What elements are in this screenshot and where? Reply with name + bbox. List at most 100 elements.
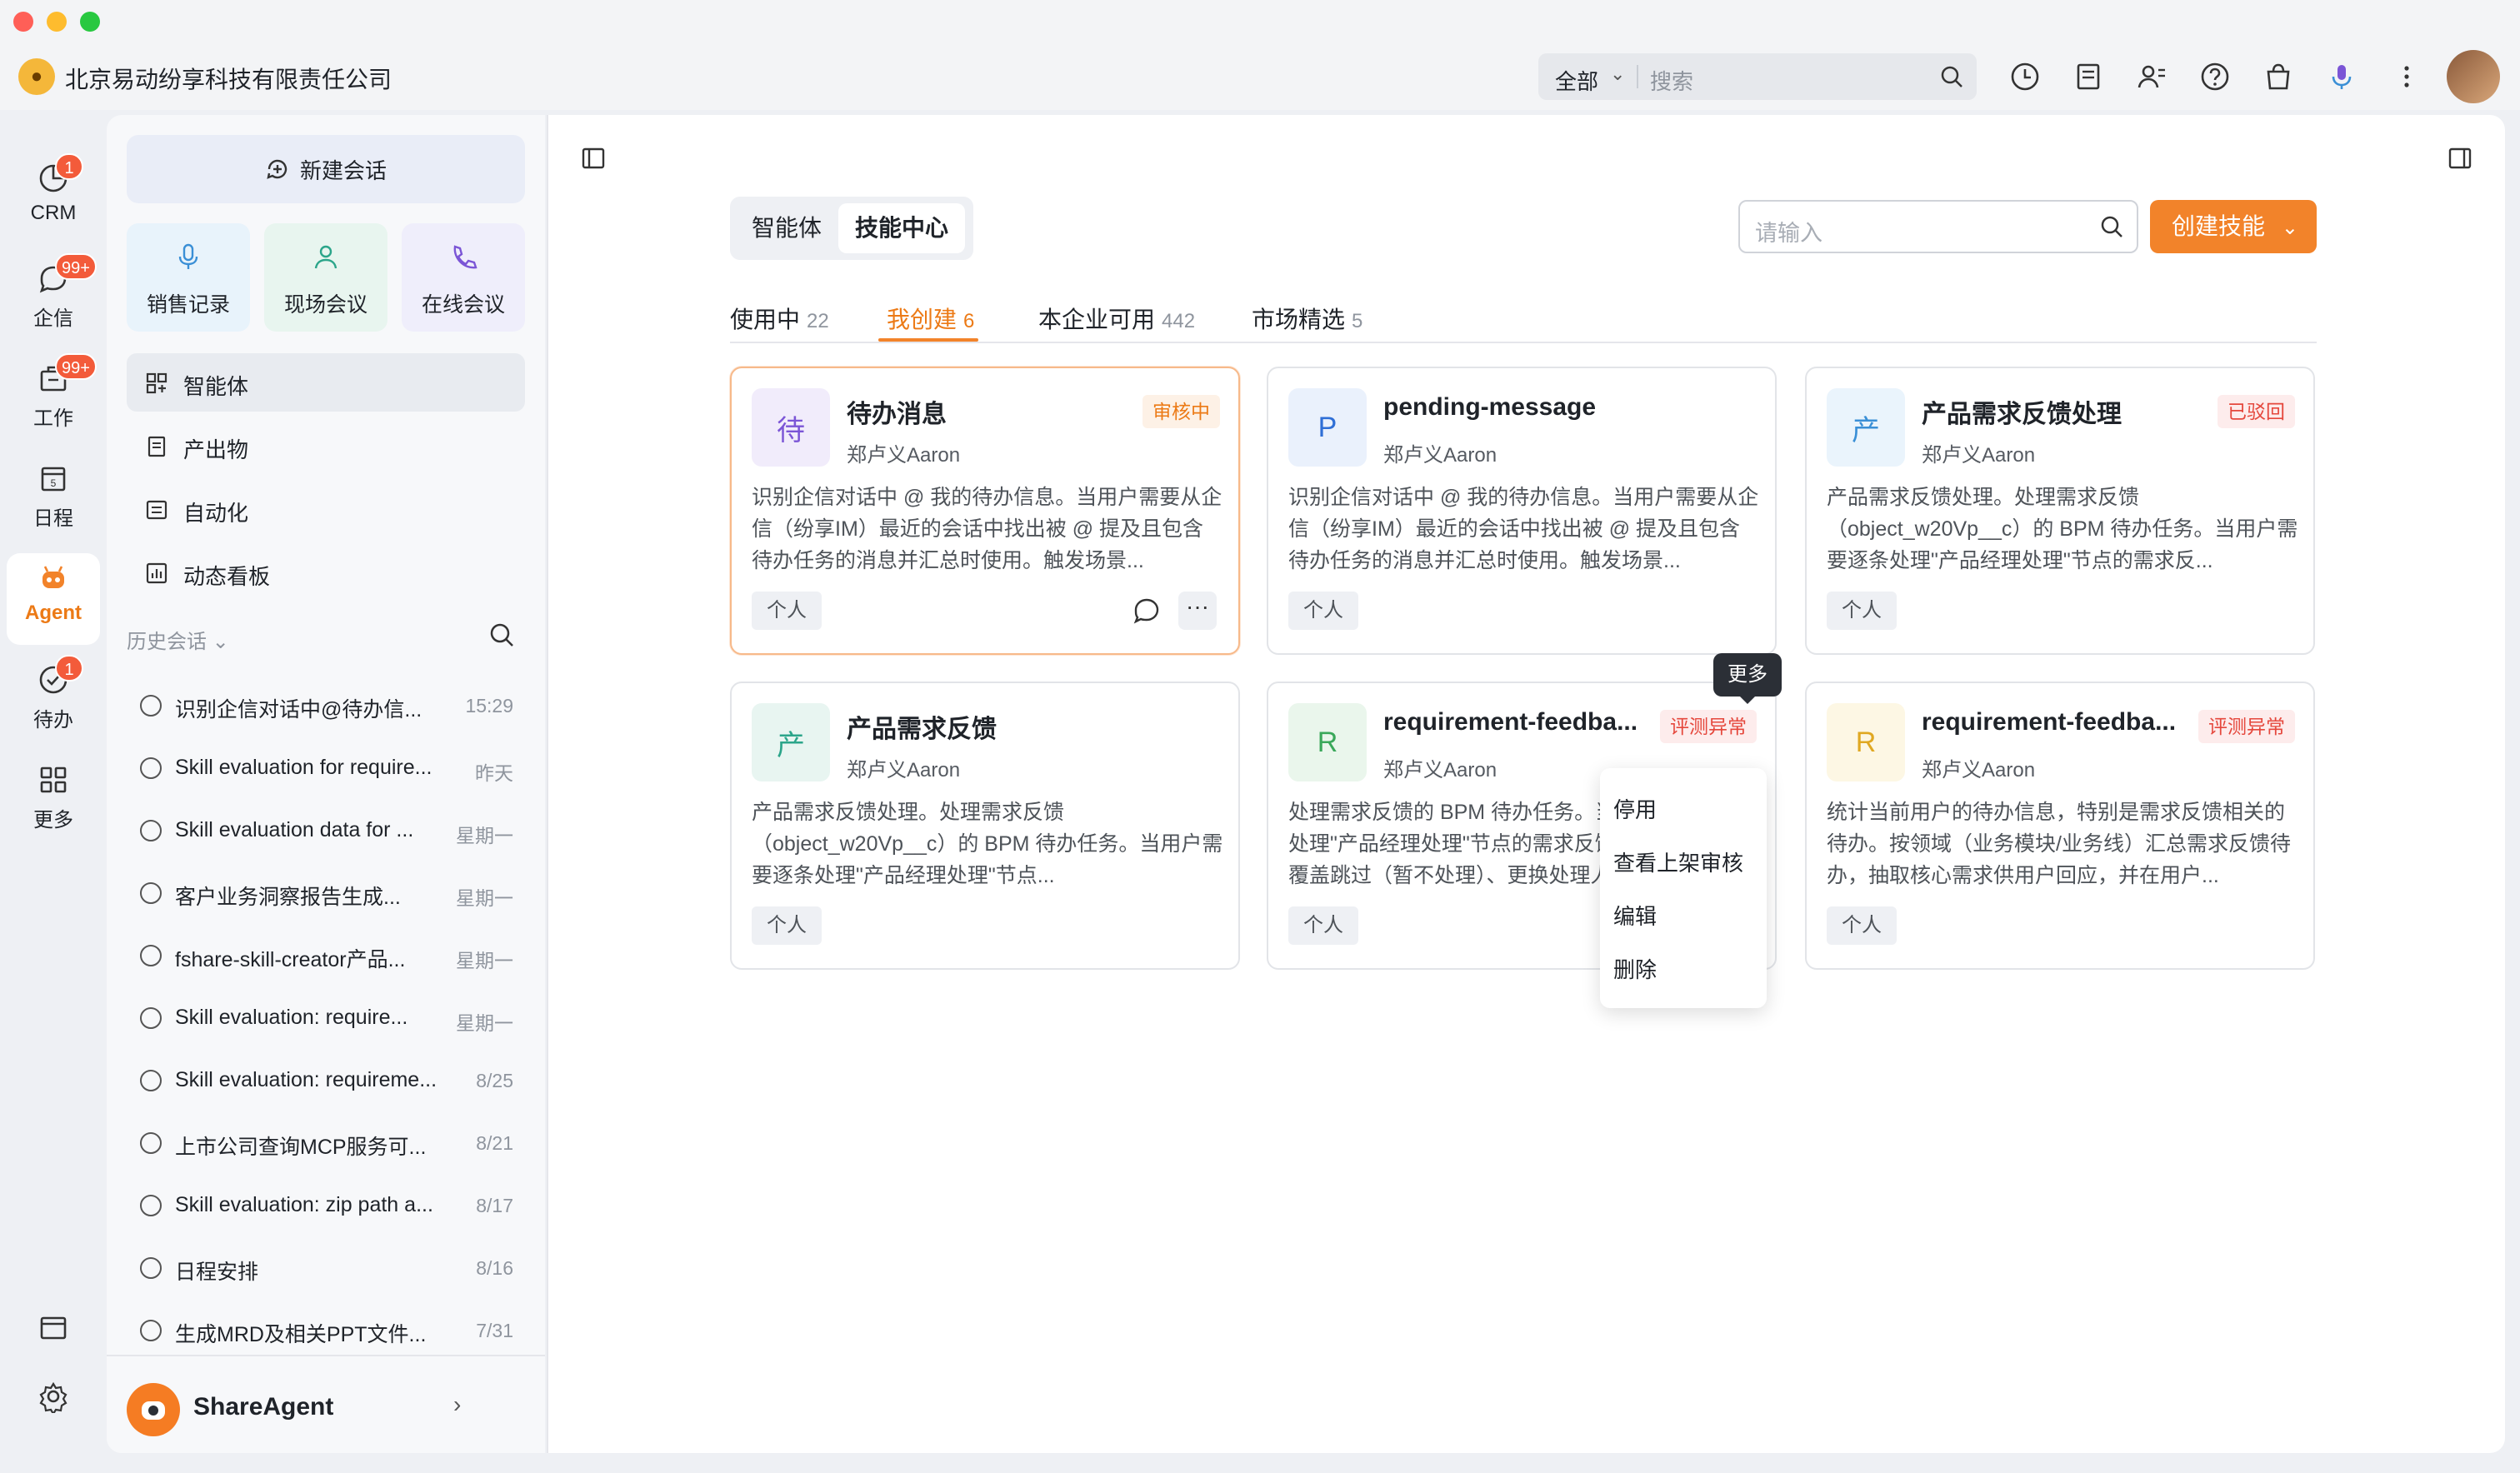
help-icon[interactable] <box>2198 60 2232 93</box>
history-item[interactable]: 客户业务洞察报告生成... 星期一 <box>140 869 532 919</box>
more-options-button[interactable]: ··· <box>1178 592 1217 630</box>
history-item-time: 星期一 <box>456 825 513 846</box>
rail-item-crm[interactable]: 1 CRM <box>0 153 107 245</box>
search-input[interactable]: 搜索 <box>1650 65 1693 96</box>
history-item[interactable]: 识别企信对话中@待办信... 15:29 <box>140 682 532 732</box>
rail-item-calendar[interactable]: 5 日程 <box>0 453 107 545</box>
sidebar-footer: ShareAgent › <box>107 1355 545 1453</box>
notebook-icon[interactable] <box>2072 60 2105 93</box>
menu-item-view-review[interactable]: 查看上架审核 <box>1613 846 1743 877</box>
global-search[interactable]: 全部 ⌄ 搜索 <box>1538 53 1977 100</box>
settings-gear-icon[interactable] <box>37 1380 70 1413</box>
new-chat-label: 新建会话 <box>299 157 387 183</box>
contacts-icon[interactable] <box>2135 60 2168 93</box>
skill-search-input[interactable]: 请输入 <box>1738 200 2138 253</box>
tab-created-by-me[interactable]: 我创建 6 <box>887 302 974 335</box>
create-skill-button[interactable]: 创建技能 ⌄ <box>2150 200 2317 253</box>
shareagent-name[interactable]: ShareAgent <box>193 1393 333 1421</box>
create-skill-label: 创建技能 <box>2172 213 2266 239</box>
quick-onsite-meeting[interactable]: 现场会议 <box>264 223 388 332</box>
skill-description: 识别企信对话中 @ 我的待办信息。当用户需要从企信（纷享IM）最近的会话中找出被… <box>752 486 1222 572</box>
segment-skill-center[interactable]: 技能中心 <box>838 203 965 253</box>
company-name: 北京易动纷享科技有限责任公司 <box>65 67 392 92</box>
rail-label: CRM <box>30 202 77 224</box>
crm-badge: 1 <box>55 153 83 180</box>
rail-item-messages[interactable]: 99+ 企信 <box>0 253 107 345</box>
close-window-button[interactable] <box>13 12 33 32</box>
view-segmented-control: 智能体 技能中心 <box>730 197 973 260</box>
sidebar-item-dashboard[interactable]: 动态看板 <box>127 543 525 602</box>
skill-card[interactable]: 产产品需求反馈处理 郑卢义Aaron 已驳回 产品需求反馈处理。处理需求反馈（obje… <box>1805 367 2315 655</box>
sidebar-item-agents[interactable]: 智能体 <box>127 353 525 412</box>
skill-card[interactable]: 产产品需求反馈 郑卢义Aaron 产品需求反馈处理。处理需求反馈（object_w2… <box>730 682 1240 970</box>
window-icon[interactable] <box>37 1311 70 1345</box>
search-icon[interactable] <box>1938 63 1965 90</box>
history-dropdown[interactable]: 历史会话 ⌄ <box>127 625 229 654</box>
history-item[interactable]: 生成MRD及相关PPT文件... 7/31 <box>140 1306 532 1356</box>
menu-item-disable[interactable]: 停用 <box>1613 793 1657 824</box>
skill-avatar: 产 <box>1827 388 1905 467</box>
history-item-title: 上市公司查询MCP服务可... <box>175 1136 427 1159</box>
history-item[interactable]: Skill evaluation data for ... 星期一 <box>140 806 532 856</box>
rail-item-agent[interactable]: Agent <box>7 553 100 645</box>
quick-sales-record[interactable]: 销售记录 <box>127 223 250 332</box>
history-item-time: 8/21 <box>476 1132 513 1154</box>
app-window: ● 北京易动纷享科技有限责任公司 全部 ⌄ 搜索 1 CRM 99+ 企信 99… <box>0 0 2520 1473</box>
skill-card[interactable]: Rrequirement-feedba... 郑卢义Aaron 评测异常 统计当前用户… <box>1805 682 2315 970</box>
segment-agents[interactable]: 智能体 <box>737 203 837 253</box>
maximize-window-button[interactable] <box>80 12 100 32</box>
search-scope-select[interactable]: 全部 <box>1555 65 1598 96</box>
rail-label: 待办 <box>33 709 73 732</box>
skill-description: 产品需求反馈处理。处理需求反馈（object_w20Vp__c）的 BPM 待办… <box>752 801 1223 887</box>
history-item[interactable]: 日程安排 8/16 <box>140 1244 532 1294</box>
active-tab-indicator <box>878 338 978 342</box>
collapse-sidebar-icon[interactable] <box>580 145 607 172</box>
chat-icon[interactable] <box>1132 595 1162 625</box>
minimize-window-button[interactable] <box>47 12 67 32</box>
history-item[interactable]: Skill evaluation: require... 星期一 <box>140 994 532 1044</box>
svg-text:5: 5 <box>51 477 57 489</box>
skill-title: 产品需求反馈 <box>847 716 997 743</box>
menu-item-delete[interactable]: 删除 <box>1613 953 1657 984</box>
clock-icon[interactable] <box>2008 60 2042 93</box>
quick-online-meeting[interactable]: 在线会议 <box>402 223 525 332</box>
rail-label: 工作 <box>33 407 73 430</box>
search-divider <box>1637 65 1638 88</box>
skill-description: 统计当前用户的待办信息，特别是需求反馈相关的待办。按领域（业务模块/业务线）汇总… <box>1827 801 2291 887</box>
skill-author: 郑卢义Aaron <box>1922 444 2036 467</box>
history-item-title: Skill evaluation data for ... <box>175 818 414 841</box>
search-icon[interactable] <box>487 620 517 650</box>
history-item[interactable]: fshare-skill-creator产品... 星期一 <box>140 931 532 981</box>
history-item[interactable]: 上市公司查询MCP服务可... 8/21 <box>140 1119 532 1169</box>
tab-label: 本企业可用 <box>1038 307 1156 332</box>
microphone-icon[interactable] <box>2325 60 2358 93</box>
sidebar-item-outputs[interactable]: 产出物 <box>127 417 525 475</box>
history-item-title: 客户业务洞察报告生成... <box>175 886 401 909</box>
chevron-right-icon[interactable]: › <box>453 1391 461 1418</box>
sidebar-item-automation[interactable]: 自动化 <box>127 480 525 538</box>
microphone-icon <box>178 243 198 269</box>
tab-in-use[interactable]: 使用中 22 <box>730 302 829 335</box>
user-avatar[interactable] <box>2447 50 2500 103</box>
menu-item-edit[interactable]: 编辑 <box>1613 900 1657 931</box>
history-item[interactable]: Skill evaluation: requireme... 8/25 <box>140 1056 532 1106</box>
skill-card[interactable]: Ppending-message 郑卢义Aaron 识别企信对话中 @ 我的待办信息… <box>1267 367 1777 655</box>
scope-tag: 个人 <box>752 906 822 945</box>
tab-count: 442 <box>1162 310 1196 332</box>
new-chat-button[interactable]: 新建会话 <box>127 135 525 203</box>
shopping-bag-icon[interactable] <box>2262 60 2295 93</box>
skill-card[interactable]: 待待办消息 郑卢义Aaron 审核中 识别企信对话中 @ 我的待办信息。当用户需要从企… <box>730 367 1240 655</box>
toggle-right-panel-icon[interactable] <box>2447 145 2473 172</box>
tab-market-picks[interactable]: 市场精选 5 <box>1252 302 1362 335</box>
more-vertical-icon[interactable] <box>2390 60 2423 93</box>
scope-tag: 个人 <box>1827 906 1897 945</box>
history-item[interactable]: Skill evaluation: zip path a... 8/17 <box>140 1181 532 1231</box>
scope-tag: 个人 <box>752 592 822 630</box>
dashboard-chart-icon <box>146 562 168 584</box>
rail-item-work[interactable]: 99+ 工作 <box>0 353 107 445</box>
search-icon[interactable] <box>2098 213 2125 240</box>
rail-item-todo[interactable]: 1 待办 <box>0 655 107 746</box>
tab-enterprise-available[interactable]: 本企业可用 442 <box>1038 302 1195 335</box>
history-item[interactable]: Skill evaluation for require... 昨天 <box>140 744 532 794</box>
rail-item-more[interactable]: 更多 <box>0 755 107 846</box>
